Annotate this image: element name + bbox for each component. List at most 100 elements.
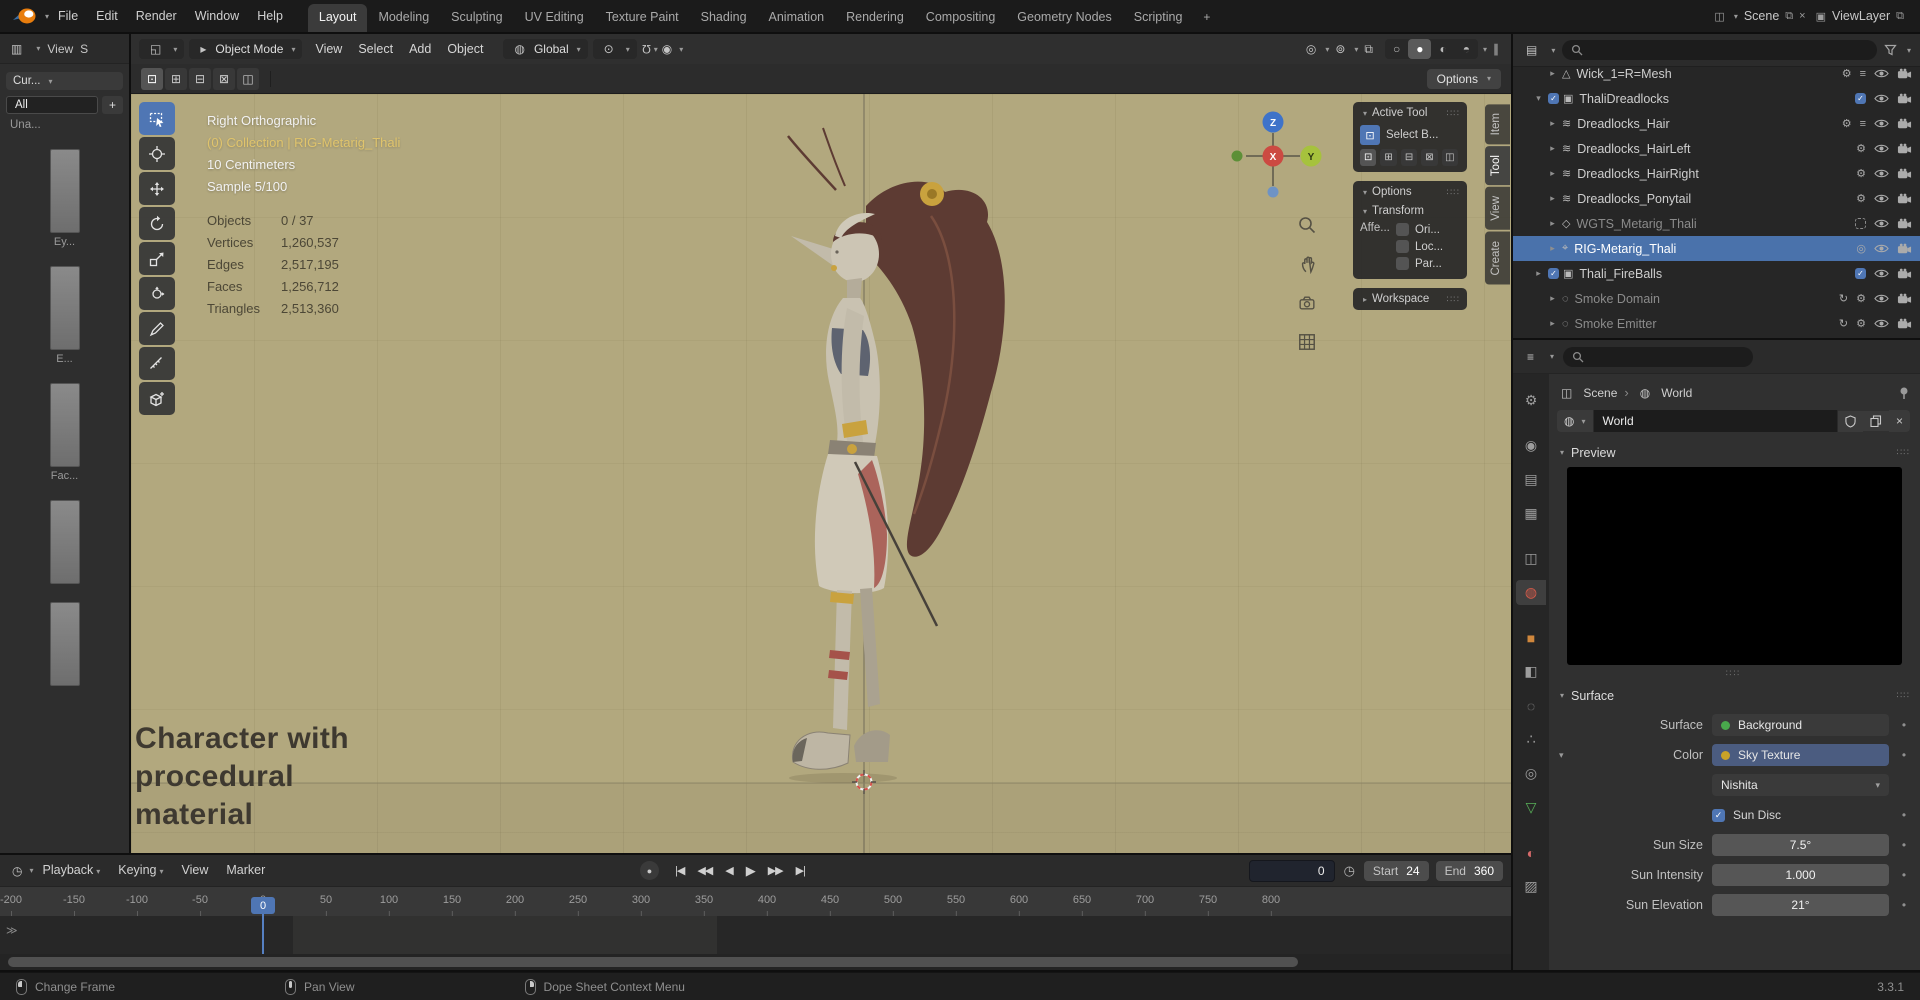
workspace-tab-uv-editing[interactable]: UV Editing xyxy=(514,4,595,32)
pin-icon[interactable] xyxy=(1898,386,1910,400)
preview-section-header[interactable]: ▾ Preview ∷∷ xyxy=(1557,440,1910,465)
expand-caret[interactable]: ▸ xyxy=(1533,268,1544,279)
panel-grip-icon[interactable]: ∷∷ xyxy=(1447,108,1460,119)
camera-icon[interactable] xyxy=(1897,143,1912,154)
nishita-dropdown[interactable]: Nishita ▾ xyxy=(1712,774,1889,796)
tool-scale[interactable] xyxy=(139,242,175,275)
outliner-row-smoke-emitter[interactable]: ▸ ◌ Smoke Emitter ↻ ⚙ xyxy=(1513,311,1920,336)
camera-icon[interactable] xyxy=(1897,293,1912,304)
workspace-tab-texture-paint[interactable]: Texture Paint xyxy=(595,4,690,32)
expand-caret[interactable]: ▸ xyxy=(1547,143,1558,154)
breadcrumb-scene[interactable]: Scene xyxy=(1583,386,1617,400)
select-mode-extend[interactable]: ⊞ xyxy=(165,67,187,90)
left-strip-menu-select[interactable]: S xyxy=(80,42,88,56)
outliner-row-dreadlocks-hairright[interactable]: ▸ ≋ Dreadlocks_HairRight ⚙ xyxy=(1513,161,1920,186)
tool-transform[interactable] xyxy=(139,277,175,310)
current-frame-field[interactable]: 0 xyxy=(1248,859,1335,882)
sidebar-tab-item[interactable]: Item xyxy=(1485,104,1510,145)
select-mode-invert[interactable]: ⊠ xyxy=(1421,149,1438,166)
pan-button[interactable] xyxy=(1294,251,1320,277)
mod-icon[interactable]: ⚙ xyxy=(1856,292,1866,305)
animate-dot[interactable]: • xyxy=(1898,838,1910,852)
workspace-tab-geometry-nodes[interactable]: Geometry Nodes xyxy=(1006,4,1122,32)
select-mode-new[interactable]: ⊡ xyxy=(141,67,163,90)
properties-tab-object[interactable]: ■ xyxy=(1516,625,1546,650)
workspace-tab-compositing[interactable]: Compositing xyxy=(915,4,1006,32)
camera-icon[interactable] xyxy=(1897,168,1912,179)
unassigned-label[interactable]: Una... xyxy=(10,119,119,131)
xray-toggle-icon[interactable]: ⧉ xyxy=(1360,42,1377,57)
eye-icon[interactable] xyxy=(1874,243,1889,254)
sky-texture-button[interactable]: Sky Texture xyxy=(1712,744,1889,766)
dope-sheet-area[interactable]: ≫ xyxy=(0,916,1511,954)
camera-view-button[interactable] xyxy=(1294,290,1320,316)
eye-icon[interactable] xyxy=(1874,218,1889,229)
expand-caret[interactable]: ▸ xyxy=(1547,318,1558,329)
properties-tab-modifiers[interactable]: ◧ xyxy=(1516,659,1546,684)
collection-checkbox[interactable]: ✓ xyxy=(1548,268,1559,279)
drag-handle-icon[interactable]: ∷∷ xyxy=(1557,668,1910,679)
timeline-menu-keying[interactable]: Keying ▾ xyxy=(109,855,172,887)
panel-grip-icon[interactable]: ∷∷ xyxy=(1897,690,1910,701)
jump-start-button[interactable]: |◀ xyxy=(675,864,685,877)
timeline-ruler[interactable]: -200 -150 -100 -50 0 50 100 150 200 250 300 350 400 4… xyxy=(0,886,1511,917)
outliner-row-thalidreadlocks[interactable]: ▾ ✓ ▣ ThaliDreadlocks ✓ xyxy=(1513,86,1920,111)
sun-size-field[interactable]: 7.5° xyxy=(1712,834,1889,856)
wrench-icon[interactable]: ⚙ xyxy=(1856,192,1866,205)
animate-dot[interactable]: • xyxy=(1898,808,1910,822)
eye-icon[interactable] xyxy=(1874,168,1889,179)
add-button[interactable]: + xyxy=(101,96,123,114)
workspace-tab-rendering[interactable]: Rendering xyxy=(835,4,915,32)
wrench-icon[interactable]: ⚙ xyxy=(1842,117,1852,130)
outliner-row-smoke-domain[interactable]: ▸ ◌ Smoke Domain ↻ ⚙ xyxy=(1513,286,1920,311)
camera-icon[interactable] xyxy=(1897,218,1912,229)
data-icon[interactable]: ≡ xyxy=(1860,68,1866,80)
editor-type-icon[interactable]: ▤ xyxy=(1522,43,1541,57)
select-mode-extend[interactable]: ⊞ xyxy=(1380,149,1397,166)
panel-grip-icon[interactable]: ∷∷ xyxy=(1897,447,1910,458)
new-view-layer-icon[interactable]: ⧉ xyxy=(1896,10,1904,23)
overlays-icon[interactable]: ⊚ xyxy=(1331,42,1349,56)
menu-render[interactable]: Render xyxy=(127,0,186,32)
collection-checkbox[interactable]: ✓ xyxy=(1548,93,1559,104)
wrench-icon[interactable]: ⚙ xyxy=(1856,142,1866,155)
expand-caret[interactable]: ▾ xyxy=(1533,93,1544,104)
expand-caret[interactable]: ▸ xyxy=(1547,118,1558,129)
sidebar-tab-create[interactable]: Create xyxy=(1485,232,1510,285)
camera-icon[interactable] xyxy=(1897,68,1912,79)
workspace-tab-modeling[interactable]: Modeling xyxy=(367,4,440,32)
link-icon[interactable]: ↻ xyxy=(1839,317,1848,330)
world-name-field[interactable]: World xyxy=(1592,410,1838,432)
expand-caret[interactable]: ▾ xyxy=(1559,750,1564,761)
add-workspace-button[interactable]: + xyxy=(1193,4,1220,32)
tool-measure[interactable] xyxy=(139,347,175,380)
checkbox-unchecked[interactable] xyxy=(1396,257,1409,270)
workspace-tab-sculpting[interactable]: Sculpting xyxy=(440,4,513,32)
expand-caret[interactable]: ▸ xyxy=(1547,218,1558,229)
select-mode-invert[interactable]: ⊠ xyxy=(213,67,235,90)
left-strip-menu-view[interactable]: View xyxy=(47,42,73,56)
timeline-menu-view[interactable]: View xyxy=(173,855,218,886)
character-model[interactable] xyxy=(787,127,1005,770)
tool-move[interactable] xyxy=(139,172,175,205)
menu-help[interactable]: Help xyxy=(248,0,292,32)
expand-caret[interactable]: ▸ xyxy=(1547,193,1558,204)
menu-file[interactable]: File xyxy=(49,0,87,32)
fake-user-button[interactable] xyxy=(1837,410,1863,432)
brush-dropdown[interactable]: Cur... ▾ xyxy=(6,72,123,90)
viewlayer-checkbox[interactable]: ✓ xyxy=(1855,93,1866,104)
tool-add-cube[interactable] xyxy=(139,382,175,415)
filter-all-field[interactable]: All xyxy=(6,96,98,114)
toggle-grid-button[interactable] xyxy=(1294,329,1320,355)
camera-icon[interactable] xyxy=(1897,193,1912,204)
expand-caret[interactable]: ▸ xyxy=(1547,243,1558,254)
outliner-row-dreadlocks-ponytail[interactable]: ▸ ≋ Dreadlocks_Ponytail ⚙ xyxy=(1513,186,1920,211)
editor-type-button[interactable]: ◱ ▾ xyxy=(139,39,185,59)
properties-tab-data[interactable]: ▽ xyxy=(1516,795,1546,820)
filter-icon[interactable] xyxy=(1884,44,1897,56)
outliner-row-rig-metarig-thali[interactable]: ▸ ⌖ RIG-Metarig_Thali ◎ xyxy=(1513,236,1920,261)
tool-options-button[interactable]: Options ▾ xyxy=(1426,68,1501,89)
select-mode-intersect[interactable]: ◫ xyxy=(1441,149,1459,166)
data-icon[interactable]: ≡ xyxy=(1860,118,1866,130)
editor-type-icon[interactable]: ≡ xyxy=(1523,350,1538,364)
